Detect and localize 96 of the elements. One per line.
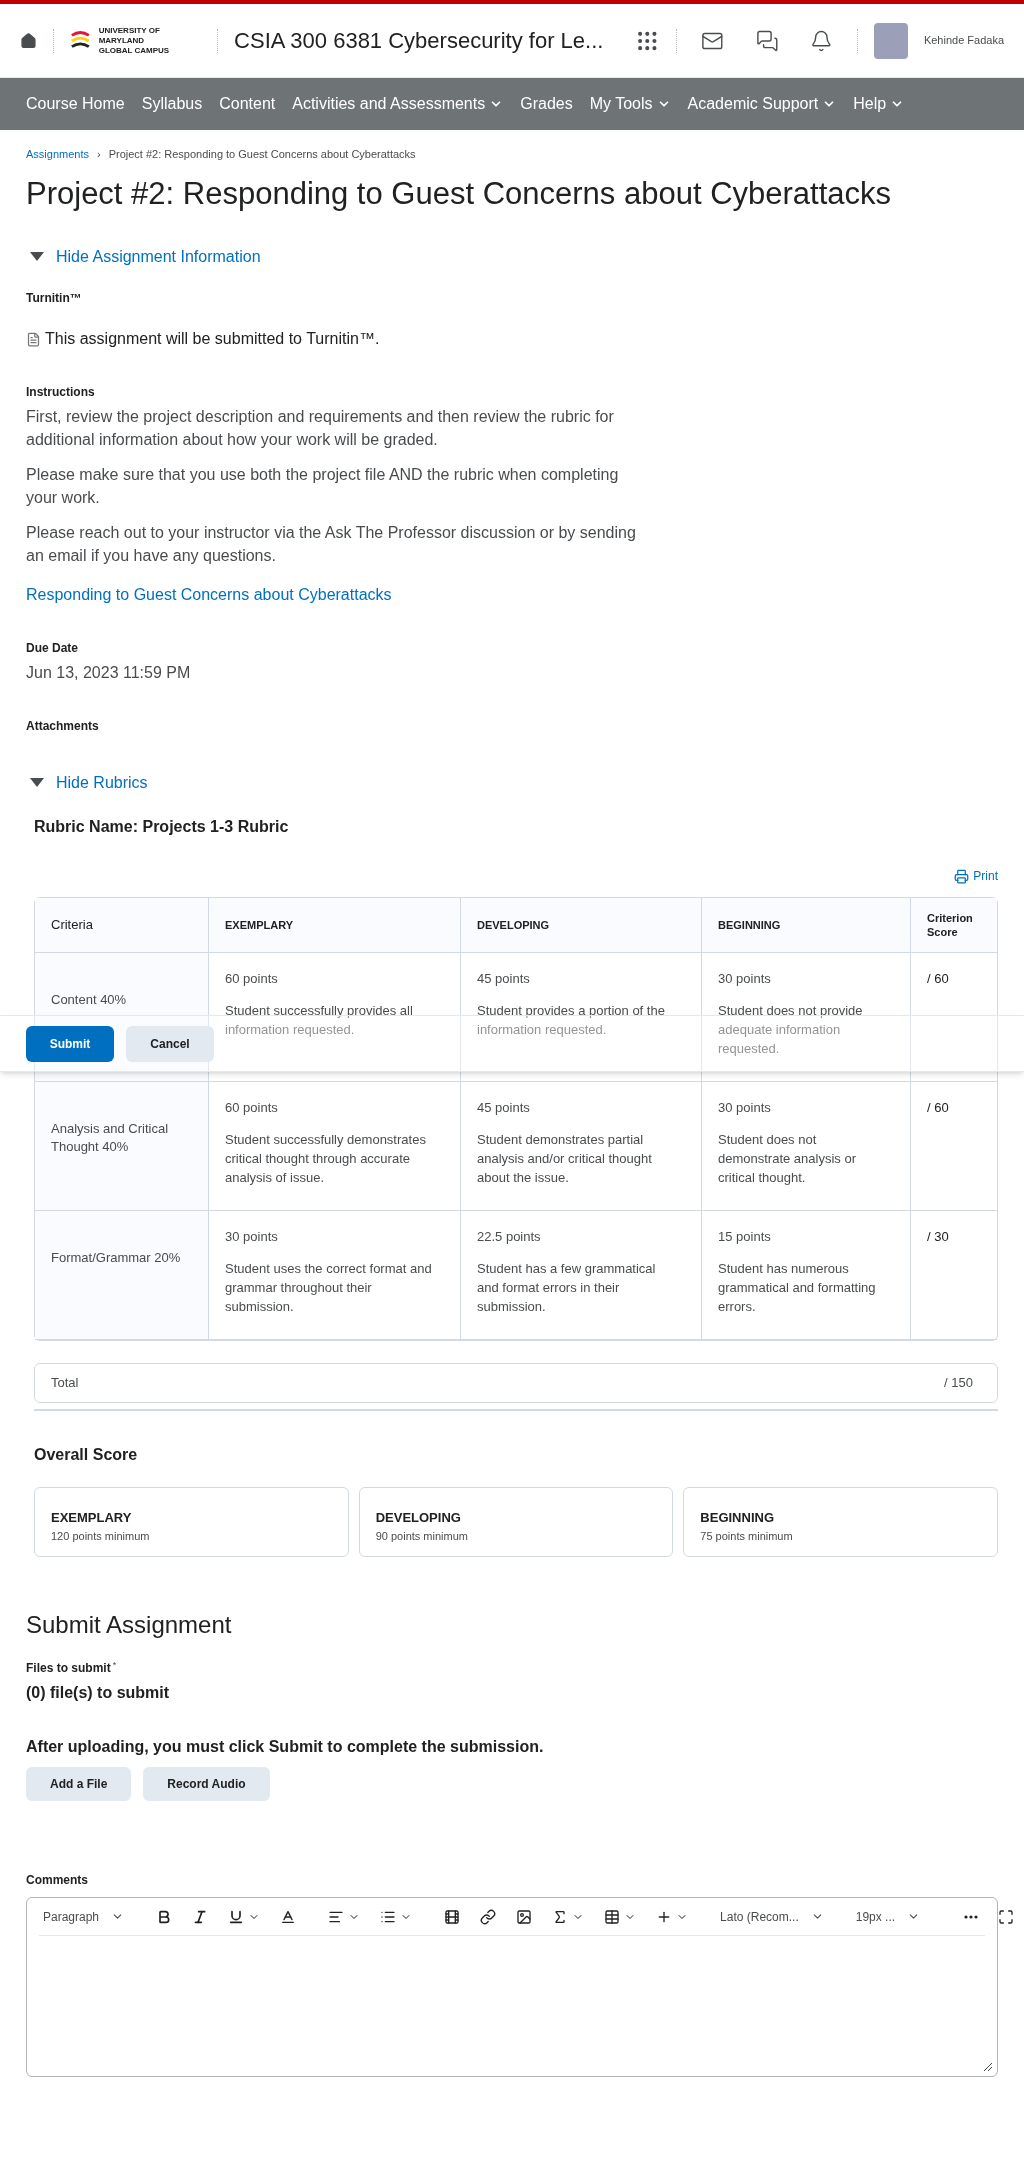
section-label: Files to submit [26,1660,111,1677]
level-description: Student has a few grammatical and format errors in their submission. [477,1259,657,1316]
nav-link[interactable]: My Tools [589,92,671,116]
criterion-cell: Analysis and Critical Thought 40% [35,1082,208,1211]
column-header: BEGINNING [701,898,910,953]
criterion-score: / 60 [910,1082,997,1211]
printer-icon [954,868,970,884]
logo-text: GLOBAL CAMPUS [98,45,171,56]
cancel-button[interactable]: Cancel [126,1025,214,1062]
page-title: Project #2: Responding to Guest Concerns about Cyberattacks [26,174,893,213]
level-description: Student successfully demonstrates critical thought through accurate analysis of issue. [225,1130,427,1187]
toolbar-select[interactable]: 19px ... [851,1907,925,1926]
column-header: Criterion Score [910,898,997,953]
level-name: DEVELOPING [375,1509,462,1527]
section-label: Instructions [26,384,96,401]
level-description: Student successfully provides all information requested. [225,1001,414,1039]
nav-link[interactable]: Academic Support [687,92,837,116]
level-description: Student uses the correct format and grammar throughout their submission. [225,1259,433,1316]
due-date: Jun 13, 2023 11:59 PM [26,663,192,683]
avatar-photo-placeholder[interactable] [873,22,908,59]
points-text: 30 points [718,970,772,988]
nav-link[interactable]: Course Home [26,92,125,116]
total-score: / 150 [944,1374,974,1393]
points-text: 45 points [477,970,531,988]
points-text: 45 points [477,1099,531,1117]
points-text: 30 points [225,1228,279,1246]
more-icon [964,1914,979,1919]
home-icon[interactable] [20,31,37,50]
logo-text: UNIVERSITY OF MARYLAND [98,25,161,46]
overall-score-title: Overall Score [34,1445,139,1465]
points-text: 60 points [225,1099,279,1117]
nav-link[interactable]: Activities and Assessments [292,92,504,116]
submit-button[interactable]: Submit [26,1025,114,1062]
print-link[interactable]: Print [954,867,998,885]
instruction-paragraph: Please make sure that you use both the project file AND the rubric when completing your work. [26,465,620,508]
image-icon [516,1908,533,1925]
column-header: Criteria [35,898,208,953]
notification-icon[interactable] [810,28,833,53]
nav-link[interactable]: Content [219,92,276,116]
nav-link[interactable]: Syllabus [141,92,203,116]
project-link[interactable]: Responding to Guest Concerns about Cyberattacks [26,583,998,607]
submit-title: Submit Assignment [26,1610,233,1640]
toolbar-select[interactable]: Lato (Recom... [716,1907,828,1926]
fullscreen-icon [998,1908,1015,1925]
points-text: 60 points [225,970,279,988]
resize-handle-icon [983,2062,993,2072]
section-label: Comments [26,1872,89,1889]
points-text: 22.5 points [477,1228,542,1246]
level-minimum: 90 points minimum [375,1528,469,1544]
column-header: DEVELOPING [460,898,701,953]
toggle-link[interactable]: Hide Assignment Information [30,245,261,269]
level-description: Student does not provide adequate information requested. [718,1001,864,1058]
level-description: Student demonstrates partial analysis and/or critical thought about the issue. [477,1130,653,1187]
files-count: (0) file(s) to submit [26,1683,171,1703]
criterion-score: / 30 [910,1211,997,1340]
media-icon [444,1908,461,1925]
section-label: Due Date [26,640,79,657]
turnitin-icon [26,331,41,347]
level-description: Student has numerous grammatical and formatting errors. [718,1259,877,1316]
level-name: BEGINNING [700,1509,775,1527]
level-minimum: 120 points minimum [51,1528,151,1544]
user-name[interactable]: Kehinde Fadaka [923,32,1005,49]
chat-icon[interactable] [755,28,779,53]
required-mark: * [112,1659,117,1672]
link-icon [480,1908,497,1925]
turnitin-text: This assignment will be submitted to Turnitin™. [45,329,380,349]
upload-button[interactable]: Add a File [26,1767,132,1801]
section-label: Attachments [26,718,100,735]
toggle-link[interactable]: Hide Rubrics [30,771,148,795]
nav-link[interactable]: Help [853,92,905,116]
level-name: EXEMPLARY [51,1509,133,1527]
instruction-paragraph: Please reach out to your instructor via the Ask The Professor discussion or by sending an email if you have any questions. [26,523,637,566]
criterion-cell: Format/Grammar 20% [35,1211,208,1340]
table-icon [604,1908,621,1925]
level-description: Student provides a portion of the information requested. [477,1001,666,1039]
instruction-paragraph: First, review the project description and requirements and then review the rubric for additional information about how your work will be graded. [26,407,615,450]
rubric-name: Rubric Name: Projects 1-3 Rubric [34,817,290,837]
breadcrumb-link[interactable]: Assignments [26,146,89,163]
total-label: Total [51,1374,79,1393]
points-text: 15 points [718,1228,772,1246]
criterion-score: / 60 [910,953,997,1082]
points-text: 30 points [718,1099,772,1117]
underline-icon [228,1908,245,1925]
column-header: EXEMPLARY [208,898,460,953]
level-description: Student does not demonstrate analysis or critical thought. [718,1130,857,1187]
nav-link[interactable]: Grades [520,92,573,116]
breadcrumb-separator: › [97,147,101,162]
upload-button[interactable]: Record Audio [143,1767,270,1801]
section-label: Turnitin™ [26,290,83,307]
toolbar-select[interactable]: Paragraph [39,1907,129,1926]
level-minimum: 75 points minimum [700,1528,794,1544]
upload-notice: After uploading, you must click Submit to complete the submission. [26,1737,545,1757]
course-title[interactable]: CSIA 300 6381 Cybersecurity for Le... [234,24,604,57]
text-style-icon [280,1908,297,1925]
university-logo[interactable]: UNIVERSITY OF MARYLAND GLOBAL CAMPUS [70,25,202,56]
breadcrumb-current: Project #2: Responding to Guest Concerns about Cyberattacks [108,147,416,162]
